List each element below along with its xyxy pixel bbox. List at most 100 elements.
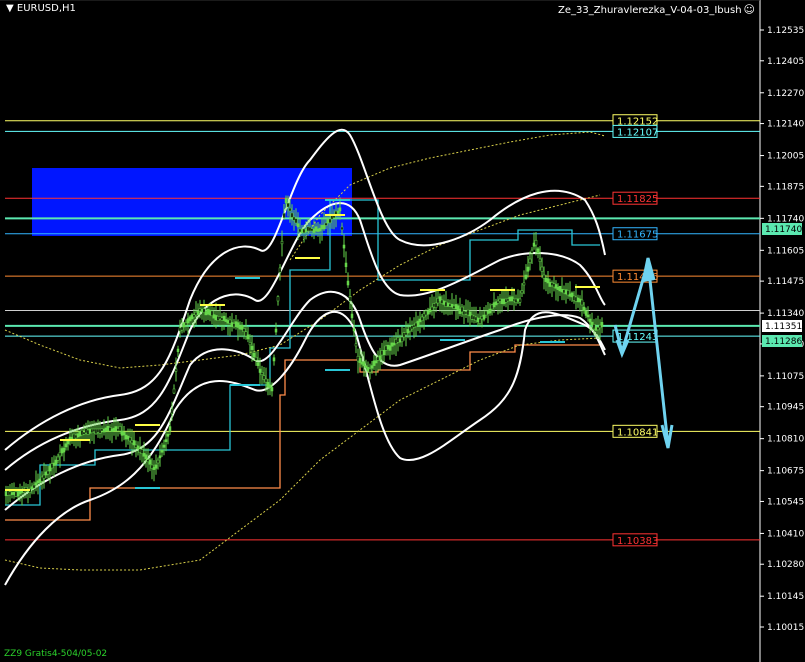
indicator-label[interactable]: Ze_33_Zhuravlerezka_V-04-03_Ibush ☺ (558, 3, 755, 16)
candle-body (50, 463, 54, 469)
candle-body (340, 226, 344, 231)
candle-body (320, 225, 324, 230)
candle-body (134, 444, 138, 448)
candle-body (594, 326, 598, 331)
candle-body (150, 464, 154, 469)
axis-tick-label: 1.10945 (767, 403, 804, 413)
candle-body (274, 328, 278, 333)
candle-body (416, 320, 420, 327)
candle-body (512, 298, 516, 302)
level-label: 1.11675 (617, 230, 658, 241)
candle-body (42, 474, 46, 479)
candle-body (518, 298, 522, 303)
candle-body (462, 310, 466, 316)
candle-body (148, 459, 152, 465)
axis-tick-label: 1.12140 (767, 120, 804, 130)
candle-body (226, 320, 230, 324)
candle-body (186, 318, 190, 324)
candle-body (548, 282, 552, 287)
candle-body (370, 365, 374, 369)
candle-body (478, 318, 482, 324)
candle-body (64, 443, 68, 448)
candle-body (144, 454, 148, 460)
candle-body (6, 490, 10, 496)
candle-body (482, 314, 486, 320)
candle-body (182, 322, 186, 328)
candle-body (86, 429, 90, 435)
candle-body (546, 278, 550, 284)
candle-body (192, 314, 196, 318)
candle-body (466, 309, 470, 316)
candle-body (36, 480, 40, 484)
axis-tick-label: 1.11475 (767, 277, 804, 287)
candle-body (156, 459, 160, 464)
candle-body (282, 213, 286, 218)
candle-body (242, 328, 246, 332)
candle-body (434, 302, 438, 308)
candle-body (44, 471, 48, 476)
candle-body (270, 387, 274, 392)
candle-body (358, 358, 362, 363)
symbol-label[interactable]: ▼ EURUSD,H1 (6, 3, 76, 14)
candle-body (556, 287, 560, 290)
price-chart[interactable]: 1.121521.121071.118251.116751.114961.112… (0, 0, 805, 662)
candle-body (78, 431, 82, 437)
level-label: 1.11825 (617, 194, 658, 205)
candle-body (88, 428, 92, 434)
candle-body (486, 310, 490, 314)
smiley-icon: ☺ (743, 3, 755, 16)
candle-body (30, 486, 34, 490)
candle-body (200, 309, 204, 313)
candle-body (336, 210, 340, 214)
candle-body (58, 452, 62, 457)
candle-body (464, 311, 468, 315)
candle-body (400, 336, 404, 342)
candle-body (448, 303, 452, 307)
candle-body (138, 448, 142, 453)
candle-body (338, 207, 342, 212)
candle-body (104, 427, 108, 432)
candle-body (136, 445, 140, 450)
candle-body (318, 227, 322, 232)
candle-body (412, 324, 416, 328)
dropdown-triangle-icon[interactable]: ▼ (6, 3, 14, 14)
candle-body (342, 244, 346, 249)
candle-body (312, 228, 316, 233)
candle-body (10, 492, 14, 495)
candle-body (304, 228, 308, 233)
candle-body (228, 319, 232, 324)
candle-body (554, 284, 558, 289)
candle-body (172, 388, 176, 394)
candle-body (92, 428, 96, 433)
forecast-arrows (613, 257, 674, 449)
candle-body (204, 311, 208, 316)
candle-body (536, 248, 540, 254)
candle-body (396, 337, 400, 343)
candle-body (162, 444, 166, 448)
candle-body (176, 348, 180, 352)
candle-body (506, 298, 510, 302)
candle-body (372, 360, 376, 366)
candle-body (170, 408, 174, 415)
svg-text:1.11740: 1.11740 (765, 225, 802, 235)
candle-body (346, 280, 350, 286)
candle-body (424, 310, 428, 316)
axis-tick-label: 1.10015 (767, 623, 804, 633)
candle-body (584, 310, 588, 316)
candle-body (454, 304, 458, 310)
axis-tick-label: 1.10280 (767, 560, 804, 570)
candle-body (544, 277, 548, 282)
candle-body (254, 356, 258, 361)
candle-body (368, 368, 372, 373)
candle-body (532, 242, 536, 247)
candle-body (40, 476, 44, 482)
candle-body (534, 239, 538, 246)
candle-body (276, 296, 280, 302)
candle-body (256, 362, 260, 366)
candle-body (388, 345, 392, 351)
candle-body (442, 300, 446, 305)
indicator-name-text: Ze_33_Zhuravlerezka_V-04-03_Ibush (558, 5, 742, 16)
candle-body (362, 361, 366, 367)
candle-body (382, 350, 386, 356)
candle-body (224, 319, 228, 322)
